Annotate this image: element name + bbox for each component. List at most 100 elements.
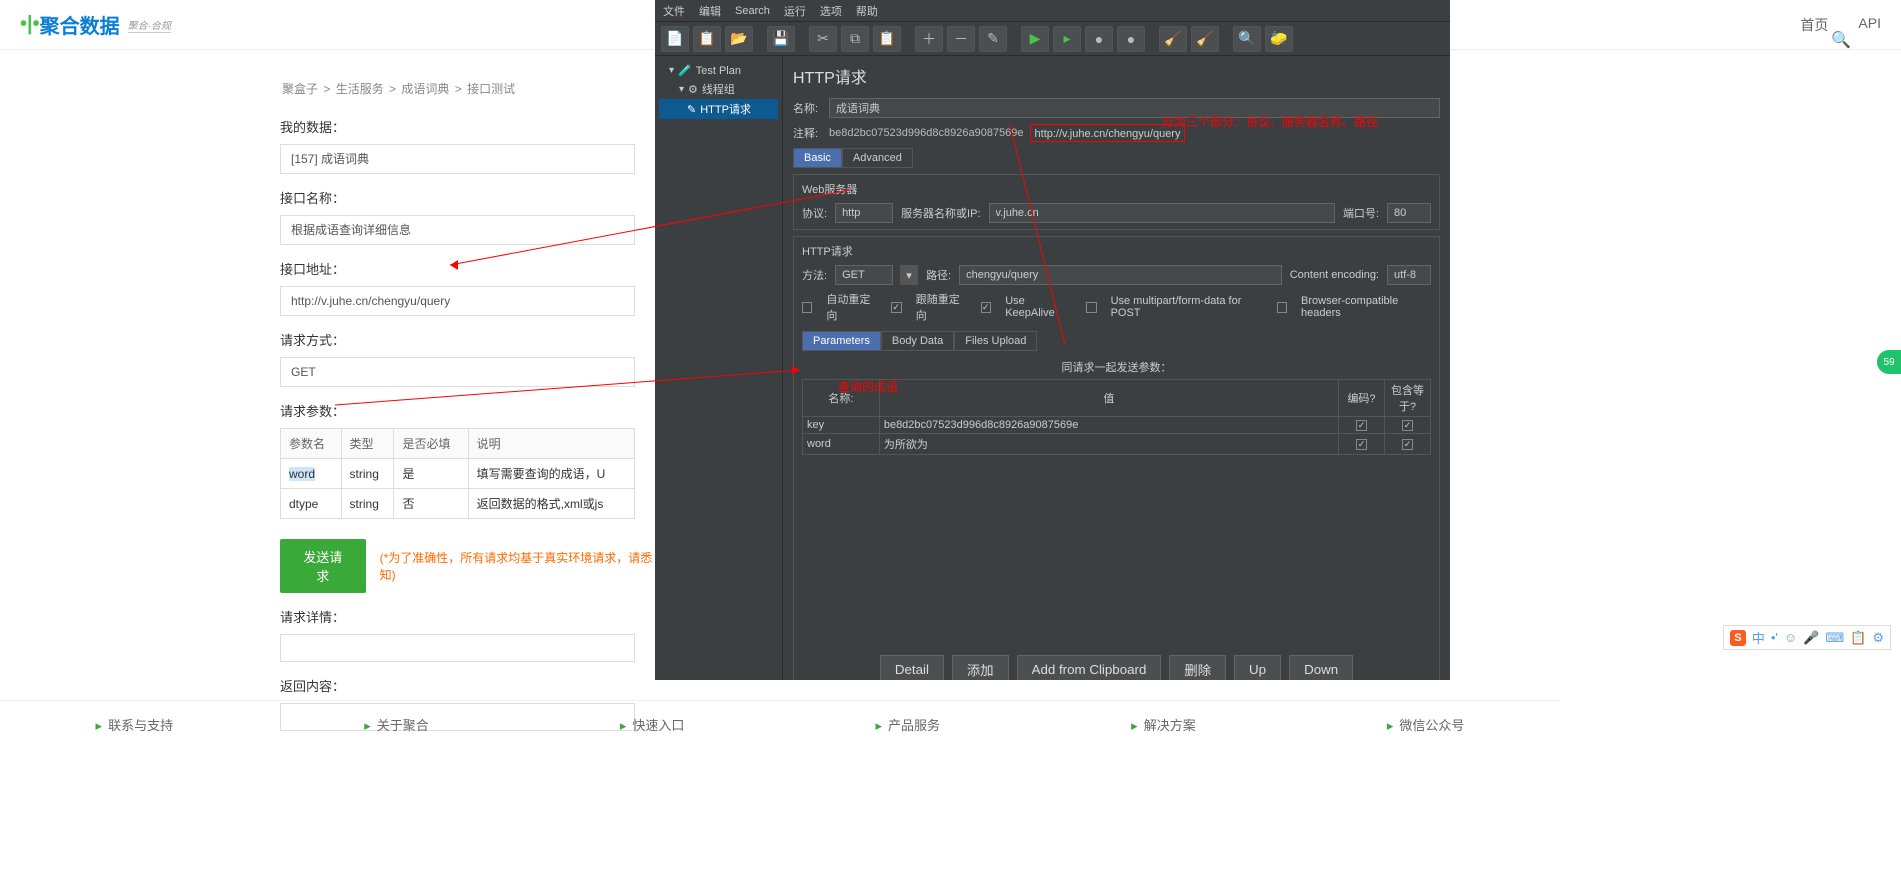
field-apiaddr[interactable]: http://v.juhe.cn/chengyu/query bbox=[280, 286, 635, 316]
logo-tag: 聚合·合规 bbox=[128, 17, 171, 33]
param-row: word 为所欲为 bbox=[803, 434, 1431, 455]
tab-parameters[interactable]: Parameters bbox=[802, 331, 881, 351]
chk-browser-headers[interactable] bbox=[1277, 302, 1287, 313]
ime-lang[interactable]: 中 bbox=[1752, 628, 1765, 647]
logo-text: 聚合数据 bbox=[40, 10, 120, 39]
jmeter-window: 文件 编辑 Search 运行 选项 帮助 📄 📋 📂 💾 ✂ ⧉ 📋 ＋ － … bbox=[655, 0, 1450, 680]
juhe-body: 聚盒子 > 生活服务 > 成语词典 > 接口测试 我的数据： [157] 成语词… bbox=[0, 50, 655, 761]
tb-shutdown-icon[interactable]: ● bbox=[1117, 26, 1145, 52]
btn-add[interactable]: 添加 bbox=[952, 655, 1009, 680]
input-path[interactable] bbox=[959, 265, 1282, 285]
tab-basic[interactable]: Basic bbox=[793, 148, 842, 168]
chk-auto-redirect[interactable] bbox=[802, 302, 812, 313]
label-resp: 返回内容： bbox=[280, 676, 655, 695]
tree-http-request[interactable]: ✎ HTTP请求 bbox=[659, 99, 778, 119]
input-protocol[interactable] bbox=[835, 203, 893, 223]
tb-clear-all-icon[interactable]: 🧹 bbox=[1191, 26, 1219, 52]
input-port[interactable] bbox=[1387, 203, 1431, 223]
tree-testplan[interactable]: ▾🧪 Test Plan bbox=[659, 62, 778, 79]
footer: 联系与支持 关于聚合 快速入口 产品服务 解决方案 微信公众号 bbox=[0, 700, 1560, 748]
menu-edit[interactable]: 编辑 bbox=[699, 3, 721, 19]
ime-toolbar: S 中 •' ☺ 🎤 ⌨ 📋 ⚙ bbox=[1723, 625, 1891, 650]
jmeter-toolbar: 📄 📋 📂 💾 ✂ ⧉ 📋 ＋ － ✎ ▶ ▸ ● ● 🧹 🧹 🔍 🧽 bbox=[655, 22, 1450, 56]
footer-about[interactable]: 关于聚合 bbox=[364, 715, 429, 734]
juhe-logo: •|• 聚合数据 聚合·合规 bbox=[20, 10, 171, 39]
tab-filesupload[interactable]: Files Upload bbox=[954, 331, 1037, 351]
footer-product[interactable]: 产品服务 bbox=[876, 715, 941, 734]
btn-down[interactable]: Down bbox=[1289, 655, 1353, 680]
tb-stop-icon[interactable]: ● bbox=[1085, 26, 1113, 52]
menu-run[interactable]: 运行 bbox=[784, 3, 806, 19]
btn-detail[interactable]: Detail bbox=[880, 655, 944, 680]
tb-expand-icon[interactable]: ＋ bbox=[915, 26, 943, 52]
tb-templates-icon[interactable]: 📋 bbox=[693, 26, 721, 52]
send-warning: (*为了准确性，所有请求均基于真实环境请求，请悉知) bbox=[380, 549, 655, 583]
chk-follow-redirect[interactable] bbox=[891, 302, 901, 313]
label-apiaddr: 接口地址： bbox=[280, 259, 655, 278]
menu-help[interactable]: 帮助 bbox=[856, 3, 878, 19]
tb-start-icon[interactable]: ▶ bbox=[1021, 26, 1049, 52]
btn-up[interactable]: Up bbox=[1234, 655, 1281, 680]
jmeter-content: HTTP请求 名称: 注释: be8d2bc07523d996d8c8926a9… bbox=[783, 56, 1450, 680]
btn-add-clipboard[interactable]: Add from Clipboard bbox=[1017, 655, 1162, 680]
annotation-query-word: 查询的成语 bbox=[838, 378, 898, 395]
field-apiname[interactable]: 根据成语查询详细信息 bbox=[280, 215, 635, 245]
tb-save-icon[interactable]: 💾 bbox=[767, 26, 795, 52]
footer-solution[interactable]: 解决方案 bbox=[1131, 715, 1196, 734]
footer-quick[interactable]: 快速入口 bbox=[620, 715, 685, 734]
label-method: 请求方式： bbox=[280, 330, 655, 349]
field-mydata[interactable]: [157] 成语词典 bbox=[280, 144, 635, 174]
ime-mic-icon[interactable]: 🎤 bbox=[1803, 630, 1819, 646]
jmeter-tree: ▾🧪 Test Plan ▾⚙ 线程组 ✎ HTTP请求 bbox=[655, 56, 783, 680]
tb-start-no-timers-icon[interactable]: ▸ bbox=[1053, 26, 1081, 52]
tb-toggle-icon[interactable]: ✎ bbox=[979, 26, 1007, 52]
ime-emoji-icon[interactable]: ☺ bbox=[1784, 630, 1797, 645]
ime-logo-icon[interactable]: S bbox=[1730, 630, 1746, 646]
tb-paste-icon[interactable]: 📋 bbox=[873, 26, 901, 52]
footer-wechat[interactable]: 微信公众号 bbox=[1387, 715, 1465, 734]
breadcrumb: 聚盒子 > 生活服务 > 成语词典 > 接口测试 bbox=[280, 80, 655, 97]
nav-home[interactable]: 首页 bbox=[1800, 15, 1828, 35]
select-method[interactable] bbox=[835, 265, 893, 285]
tb-open-icon[interactable]: 📂 bbox=[725, 26, 753, 52]
search-icon[interactable]: 🔍 bbox=[1831, 30, 1851, 50]
tb-reset-search-icon[interactable]: 🧽 bbox=[1265, 26, 1293, 52]
annotation-url-split: 分为三个部分：协议、服务器名称、路径 bbox=[1162, 113, 1378, 130]
label-reqdetail: 请求详情： bbox=[280, 607, 655, 626]
btn-delete[interactable]: 删除 bbox=[1169, 655, 1226, 680]
footer-contact[interactable]: 联系与支持 bbox=[96, 715, 174, 734]
label-apiname: 接口名称： bbox=[280, 188, 655, 207]
note-hash: be8d2bc07523d996d8c8926a9087569e bbox=[829, 127, 1024, 139]
tb-cut-icon[interactable]: ✂ bbox=[809, 26, 837, 52]
tree-threadgroup[interactable]: ▾⚙ 线程组 bbox=[659, 79, 778, 99]
tb-search-icon[interactable]: 🔍 bbox=[1233, 26, 1261, 52]
menu-file[interactable]: 文件 bbox=[663, 3, 685, 19]
tab-bodydata[interactable]: Body Data bbox=[881, 331, 954, 351]
tb-copy-icon[interactable]: ⧉ bbox=[841, 26, 869, 52]
input-encoding[interactable] bbox=[1387, 265, 1431, 285]
chk-multipart[interactable] bbox=[1086, 302, 1096, 313]
tb-collapse-icon[interactable]: － bbox=[947, 26, 975, 52]
input-server[interactable] bbox=[989, 203, 1335, 223]
field-method[interactable]: GET bbox=[280, 357, 635, 387]
jmeter-menubar: 文件 编辑 Search 运行 选项 帮助 bbox=[655, 0, 1450, 22]
tb-clear-icon[interactable]: 🧹 bbox=[1159, 26, 1187, 52]
req-detail-box[interactable] bbox=[280, 634, 635, 662]
tab-advanced[interactable]: Advanced bbox=[842, 148, 913, 168]
ime-keyboard-icon[interactable]: ⌨ bbox=[1825, 630, 1844, 646]
menu-search[interactable]: Search bbox=[735, 5, 770, 17]
tb-new-icon[interactable]: 📄 bbox=[661, 26, 689, 52]
table-row: word string 是 填写需要查询的成语，U bbox=[281, 459, 635, 489]
params-table: 参数名 类型 是否必填 说明 word string 是 填写需要查询的成语，U… bbox=[280, 428, 635, 519]
label-mydata: 我的数据： bbox=[280, 117, 655, 136]
send-button[interactable]: 发送请求 bbox=[280, 539, 366, 593]
menu-options[interactable]: 选项 bbox=[820, 3, 842, 19]
chk-keepalive[interactable] bbox=[981, 302, 991, 313]
table-row: dtype string 否 返回数据的格式,xml或js bbox=[281, 489, 635, 519]
ime-clipboard-icon[interactable]: 📋 bbox=[1850, 630, 1866, 646]
chevron-down-icon[interactable]: ▾ bbox=[900, 265, 918, 285]
ime-settings-icon[interactable]: ⚙ bbox=[1872, 630, 1884, 646]
nav-api[interactable]: API bbox=[1858, 15, 1881, 35]
side-badge[interactable]: 59 bbox=[1877, 350, 1901, 374]
ime-punct-icon[interactable]: •' bbox=[1771, 630, 1778, 645]
